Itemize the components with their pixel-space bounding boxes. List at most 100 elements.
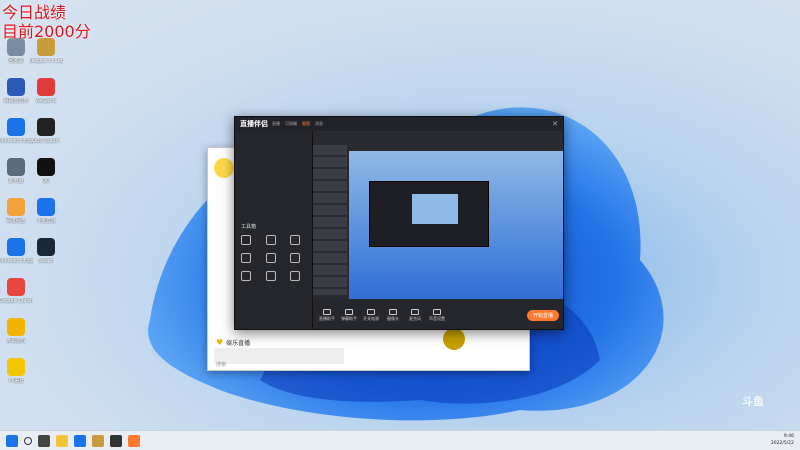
- go-live-button[interactable]: 开始直播: [526, 309, 559, 321]
- toolbar-button[interactable]: 声音设置: [429, 308, 445, 322]
- toolbar-button[interactable]: 直播助手: [319, 308, 335, 322]
- tool-icon[interactable]: [241, 235, 251, 245]
- toolbar-button-label: 摄像头: [387, 315, 399, 321]
- desktop-icon-label: 斗鱼直播: [35, 218, 56, 224]
- folder-icon[interactable]: [56, 434, 68, 447]
- avatar: [214, 158, 234, 178]
- tool-icon: [433, 308, 441, 315]
- toolbar-button-label: 开关电源: [363, 315, 379, 321]
- app-icon[interactable]: [110, 434, 122, 447]
- steam-icon: [37, 238, 55, 256]
- desktop-icon-label: Steam: [37, 258, 55, 264]
- clock-date: 2022/5/22: [770, 441, 794, 446]
- app-icon: [37, 198, 55, 216]
- close-icon[interactable]: ✕: [552, 120, 558, 128]
- desktop-icon-label: WeGame: [34, 98, 58, 104]
- toolbar-button-label: 声音设置: [429, 315, 445, 321]
- desktop-icon-app-icon[interactable]: OBS Studio: [30, 118, 62, 158]
- app-icon[interactable]: [128, 434, 140, 447]
- desktop-icon-app-icon[interactable]: YY语音: [0, 358, 32, 398]
- app-icon: [7, 158, 25, 176]
- tool-icon: [345, 308, 353, 315]
- desktop-icon-qq-icon[interactable]: QQ: [30, 158, 62, 198]
- taskbar: 9:46 2022/5/22: [0, 430, 800, 450]
- tool-icon[interactable]: [290, 253, 301, 263]
- app-sidebar: 工具箱: [235, 131, 313, 329]
- tool-icon[interactable]: [290, 271, 301, 281]
- toolbar-button[interactable]: 摄像头: [385, 308, 401, 322]
- nested-preview: [369, 181, 489, 247]
- task-view-icon[interactable]: [38, 434, 50, 447]
- watermark: 斗鱼: [742, 395, 764, 408]
- tool-icon[interactable]: [241, 253, 251, 263]
- desktop-icon-label: League of Legends: [29, 58, 63, 64]
- tool-icon[interactable]: [265, 235, 276, 245]
- desktop-icon-lol-icon[interactable]: League of Legends: [29, 38, 63, 78]
- desktop-icon-label: Microsoft Edge: [0, 258, 33, 264]
- tool-icon: [411, 308, 419, 315]
- app-icon: [7, 78, 25, 96]
- edge-icon[interactable]: [74, 434, 86, 447]
- app-icon: [7, 118, 25, 136]
- heart-icon: ♥: [216, 338, 224, 347]
- desktop-icon-label: 回收站: [8, 58, 24, 64]
- start-icon[interactable]: [6, 434, 18, 447]
- toolbar-button-label: 直播助手: [319, 315, 335, 321]
- toolbar-button[interactable]: 开关电源: [363, 308, 379, 322]
- desktop-icon-app-icon[interactable]: 腾讯游戏: [0, 318, 32, 358]
- thumbnail-row: [214, 348, 344, 364]
- desktop-icon-app-icon[interactable]: WeGame: [30, 78, 62, 118]
- avatar: [443, 328, 465, 350]
- desktop-icon-label: 腾讯游戏: [5, 338, 26, 344]
- app-icon: [7, 318, 25, 336]
- toolbar-button[interactable]: 弹幕助手: [341, 308, 357, 322]
- desktop-icon-label: 此电脑: [8, 178, 24, 184]
- streaming-app-window[interactable]: 直播伴侣 直播 可测端 截图 消息 ✕ 工具箱 直播助手 弹幕助手 开关电源 摄像头 麦…: [234, 116, 564, 330]
- app-icon: [7, 198, 25, 216]
- preview-screen: [349, 151, 563, 299]
- search-icon[interactable]: [24, 436, 32, 445]
- tool-icon[interactable]: [290, 235, 301, 245]
- desktop-icon-app-icon[interactable]: Microsoft Edge: [0, 238, 33, 278]
- app-titlebar: 直播伴侣 直播 可测端 截图 消息 ✕: [235, 117, 563, 131]
- tab-3[interactable]: 消息: [315, 121, 323, 127]
- tab-2[interactable]: 截图: [302, 121, 310, 127]
- chrome-icon: [7, 278, 25, 296]
- app-icon: [37, 118, 55, 136]
- app-icon: [7, 358, 25, 376]
- desktop-icon-app-icon[interactable]: 此电脑: [0, 158, 32, 198]
- nested-preview-screen: [412, 194, 458, 224]
- clock-time: 9:46: [783, 434, 794, 439]
- overlay-line2: 目前2000分: [2, 22, 91, 41]
- desktop-icon-label: Google Chrome: [0, 298, 33, 304]
- tab-0[interactable]: 直播: [272, 121, 280, 127]
- desktop-icon-label: Microsoft Edge: [0, 138, 33, 144]
- toolbar-button[interactable]: 麦克风: [407, 308, 423, 322]
- category-label: 娱乐直播: [226, 340, 251, 347]
- lol-icon[interactable]: [92, 434, 104, 447]
- clock: 9:46 2022/5/22: [771, 433, 794, 447]
- tool-icon[interactable]: [265, 253, 276, 263]
- tool-icon: [323, 308, 331, 315]
- desktop-icon-chrome-icon[interactable]: Google Chrome: [0, 278, 33, 318]
- desktop-icon-app-icon[interactable]: Microsoft Edge: [0, 118, 33, 158]
- desktop-icon-label: QQ: [42, 178, 50, 184]
- tool-grid: [241, 235, 307, 281]
- qq-icon: [37, 158, 55, 176]
- desktop-icon-app-icon[interactable]: 网易云音乐: [0, 78, 32, 118]
- tool-icon[interactable]: [265, 271, 276, 281]
- desktop-icon-app-icon[interactable]: 斗鱼直播: [30, 198, 62, 238]
- search-input[interactable]: 搜索: [216, 361, 226, 368]
- desktop-icon-app-icon[interactable]: 百度网盘: [0, 198, 32, 238]
- sidebar-title: 工具箱: [241, 224, 257, 230]
- desktop-icon-label: OBS Studio: [32, 138, 60, 144]
- app-logo: 直播伴侣: [240, 120, 268, 128]
- toolbar-button-label: 麦克风: [409, 315, 421, 321]
- thumbnail-strip: [313, 145, 347, 295]
- tool-icon[interactable]: [241, 271, 251, 281]
- toolbar-button-label: 弹幕助手: [341, 315, 357, 321]
- desktop-icon-steam-icon[interactable]: Steam: [30, 238, 62, 278]
- desktop-icon-label: YY语音: [7, 378, 25, 384]
- desktop-icon-recycle-bin[interactable]: 回收站: [0, 38, 32, 78]
- tab-1[interactable]: 可测端: [285, 121, 297, 127]
